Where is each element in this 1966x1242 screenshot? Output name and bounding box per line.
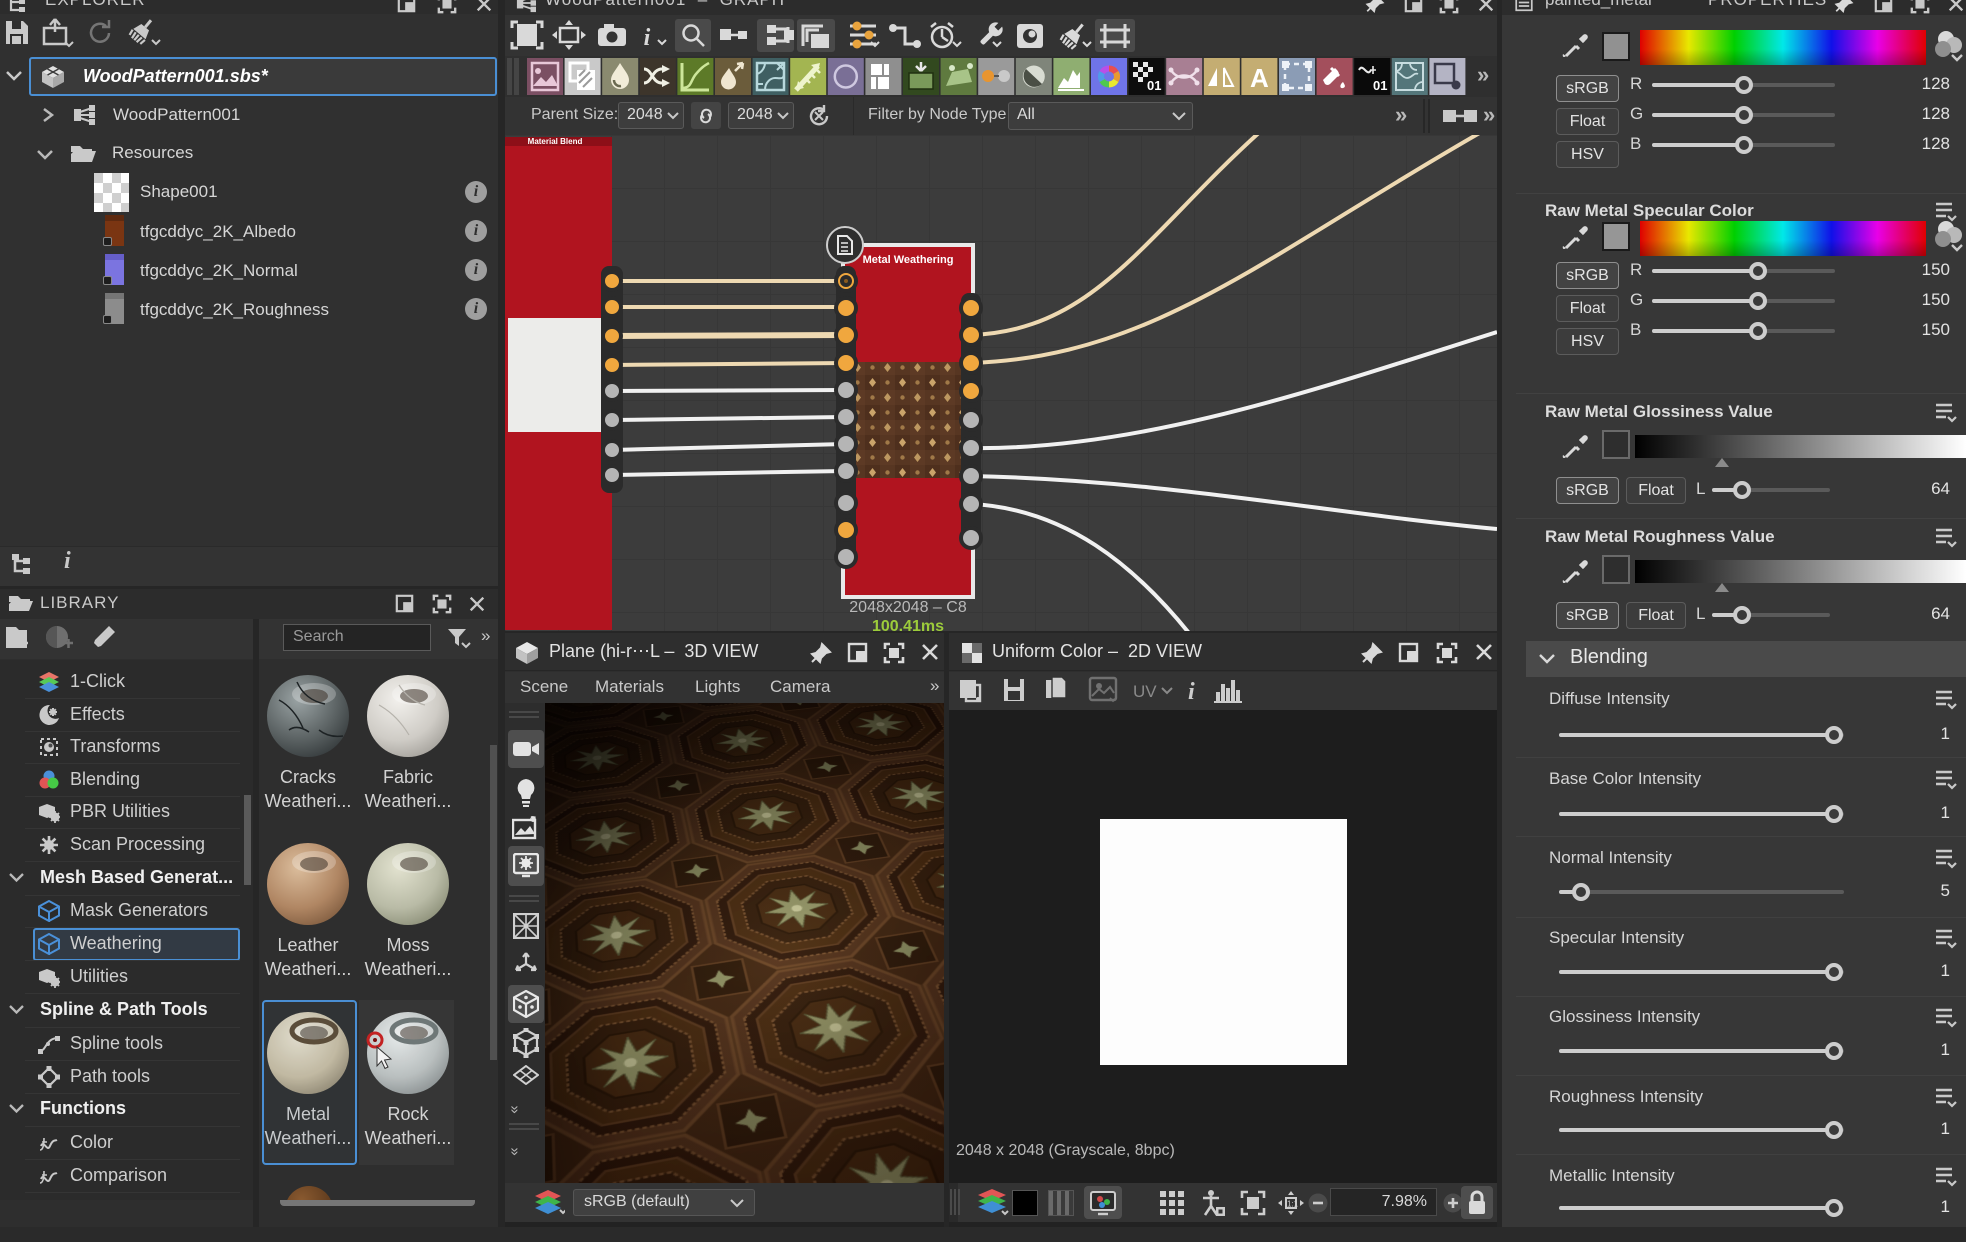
svg-text:01: 01 <box>1147 78 1161 93</box>
svg-text:Material Blend: Material Blend <box>528 137 583 146</box>
svg-text:01: 01 <box>1373 78 1387 93</box>
svg-text:A: A <box>1250 63 1269 93</box>
svg-text:2048x2048 – C8: 2048x2048 – C8 <box>849 599 967 616</box>
svg-text:UV: UV <box>1133 682 1157 701</box>
svg-text:i: i <box>1188 679 1195 705</box>
svg-text:Metal Weathering: Metal Weathering <box>863 254 954 266</box>
svg-text:1:1: 1:1 <box>1287 1200 1299 1209</box>
svg-text:i: i <box>644 25 651 51</box>
